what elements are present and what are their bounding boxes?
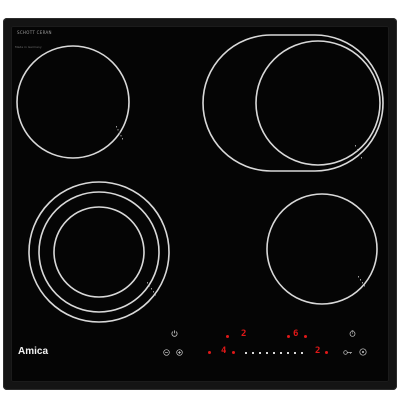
zone-marker [360,279,361,281]
zone-bottom-left-outer [28,181,170,323]
zone-marker [362,282,363,284]
zone-rear-power-display: 6 [293,329,299,339]
zone-marker [355,145,356,147]
cooktop: SCHOTT CERAN Made in Germany Amica 2 6 4 [3,18,397,390]
zone-bottom-left-middle [38,191,160,313]
brand-logo: Amica [18,346,49,357]
zone-selector-rear[interactable] [287,335,290,338]
made-in-label: Made in Germany [15,45,42,49]
zone-top-right-inner [255,40,381,166]
slider-step [273,352,275,354]
zone-top-right-extension [202,34,384,172]
zone-marker [359,153,360,155]
zone-marker [151,288,152,290]
slider-step [280,352,282,354]
zone-bottom-right [266,193,378,305]
zone-selector-left[interactable] [208,351,211,354]
zone-selector-front[interactable] [226,335,229,338]
zone-marker [364,285,365,287]
zone-selector-right[interactable] [325,351,328,354]
zone-front-power-display: 2 [241,329,247,339]
cooking-zones [16,34,384,323]
zone-indicator-left [232,351,235,354]
power-slider[interactable] [245,352,309,355]
zone-marker [153,291,154,293]
zone-top-left [16,45,130,159]
function-icon[interactable] [359,348,367,356]
zone-marker [119,132,120,134]
glass-brand: SCHOTT CERAN [17,30,52,35]
zone-marker [120,135,122,137]
power-icon[interactable] [171,330,178,337]
key-lock-icon[interactable] [343,349,353,356]
zone-marker [358,276,359,278]
zone-marker [357,149,358,151]
slider-step [245,352,247,354]
zone-bottom-left-inner [53,206,145,298]
zone-marker [122,138,123,140]
zone-marker [147,282,148,284]
zone-left-power-display: 4 [221,346,227,356]
plus-icon[interactable] [176,349,183,356]
zone-marker [149,285,150,287]
timer-icon[interactable] [349,330,356,337]
slider-step [259,352,261,354]
zone-marker [117,129,119,131]
slider-step [266,352,268,354]
zone-indicator-rear [304,335,307,338]
zone-right-power-display: 2 [315,346,321,356]
minus-icon[interactable] [163,349,170,356]
zone-marker [155,294,156,296]
slider-step [301,352,303,354]
slider-step [287,352,289,354]
zone-marker [361,157,362,159]
slider-step [294,352,296,354]
zone-marker [116,126,117,128]
slider-step [252,352,254,354]
